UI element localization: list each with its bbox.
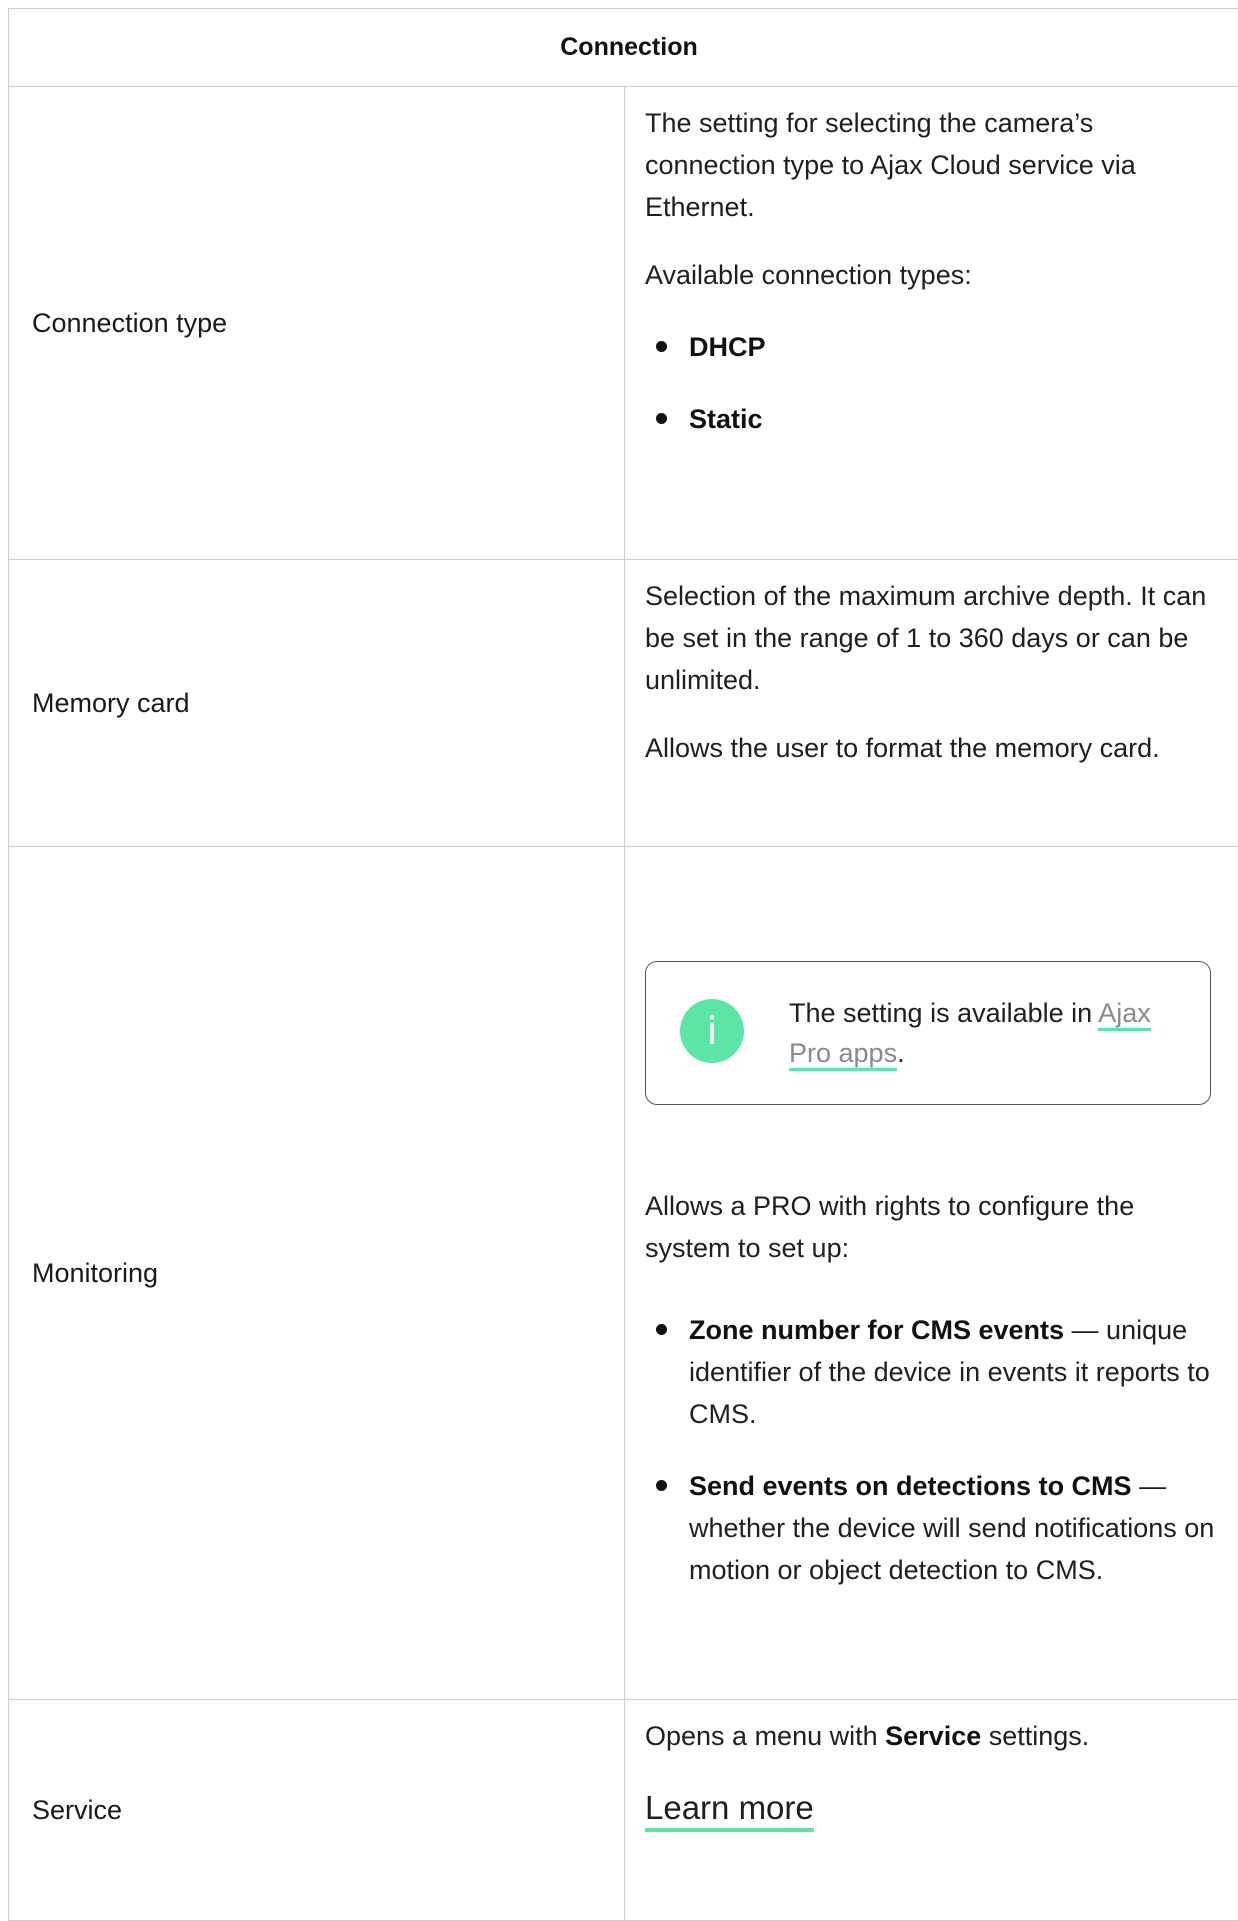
row-label-text: Service: [32, 1794, 123, 1825]
service-bold: Service: [885, 1721, 982, 1751]
monitoring-description: Allows a PRO with rights to configure th…: [645, 1191, 1135, 1263]
info-note: i The setting is available in Ajax Pro a…: [645, 961, 1211, 1105]
list-item: Static: [645, 398, 1219, 440]
bullet-icon: [656, 341, 667, 352]
learn-more-line: Learn more: [645, 1787, 1219, 1832]
bullet-icon: [656, 1324, 667, 1335]
learn-more-link[interactable]: Learn more: [645, 1789, 814, 1832]
list-item: Zone number for CMS events — unique iden…: [645, 1309, 1219, 1435]
service-text: Opens a menu with: [645, 1721, 886, 1751]
bullet-icon: [656, 413, 667, 424]
bullet-icon: [656, 1480, 667, 1491]
row-label-connection-type: Connection type: [9, 87, 625, 559]
row-label-text: Monitoring: [32, 1257, 159, 1288]
list-item: Send events on detections to CMS — wheth…: [645, 1465, 1219, 1591]
service-suffix: settings.: [981, 1721, 1090, 1751]
settings-table: Connection Connection type The setting f…: [8, 8, 1238, 1921]
connection-types-list: DHCP Static: [645, 326, 1219, 440]
option-dhcp: DHCP: [689, 332, 766, 362]
info-note-text: The setting is available in Ajax Pro app…: [789, 993, 1189, 1073]
row-label-memory-card: Memory card: [9, 560, 625, 846]
note-text: The setting is available in: [789, 998, 1099, 1028]
item-term: Send events on detections to CMS: [689, 1471, 1132, 1501]
memory-card-description: Selection of the maximum archive depth. …: [645, 581, 1207, 695]
info-icon: i: [680, 999, 744, 1063]
table-row-memory-card: Memory card Selection of the maximum arc…: [9, 560, 1238, 847]
row-label-monitoring: Monitoring: [9, 847, 625, 1699]
service-description: Opens a menu with Service settings.: [645, 1715, 1219, 1757]
item-term: Zone number for CMS events: [689, 1315, 1065, 1345]
option-static: Static: [689, 404, 763, 434]
table-header: Connection: [9, 9, 1238, 87]
table-header-title: Connection: [560, 33, 698, 61]
row-desc-connection-type: The setting for selecting the camera’s c…: [625, 87, 1238, 559]
row-desc-memory-card: Selection of the maximum archive depth. …: [625, 560, 1238, 846]
monitoring-settings-list: Zone number for CMS events — unique iden…: [645, 1309, 1219, 1591]
list-item: DHCP: [645, 326, 1219, 368]
note-suffix: .: [897, 1038, 905, 1068]
table-row-monitoring: Monitoring i The setting is available in…: [9, 847, 1238, 1700]
table-row-service: Service Opens a menu with Service settin…: [9, 1700, 1238, 1921]
connection-types-intro: Available connection types:: [645, 260, 972, 290]
row-desc-monitoring: i The setting is available in Ajax Pro a…: [625, 847, 1238, 1699]
row-label-service: Service: [9, 1700, 625, 1920]
row-desc-service: Opens a menu with Service settings. Lear…: [625, 1700, 1238, 1920]
row-label-text: Connection type: [32, 307, 228, 338]
connection-type-description: The setting for selecting the camera’s c…: [645, 108, 1136, 222]
row-label-text: Memory card: [32, 687, 190, 718]
table-row-connection-type: Connection type The setting for selectin…: [9, 87, 1238, 560]
memory-card-format-note: Allows the user to format the memory car…: [645, 733, 1160, 763]
